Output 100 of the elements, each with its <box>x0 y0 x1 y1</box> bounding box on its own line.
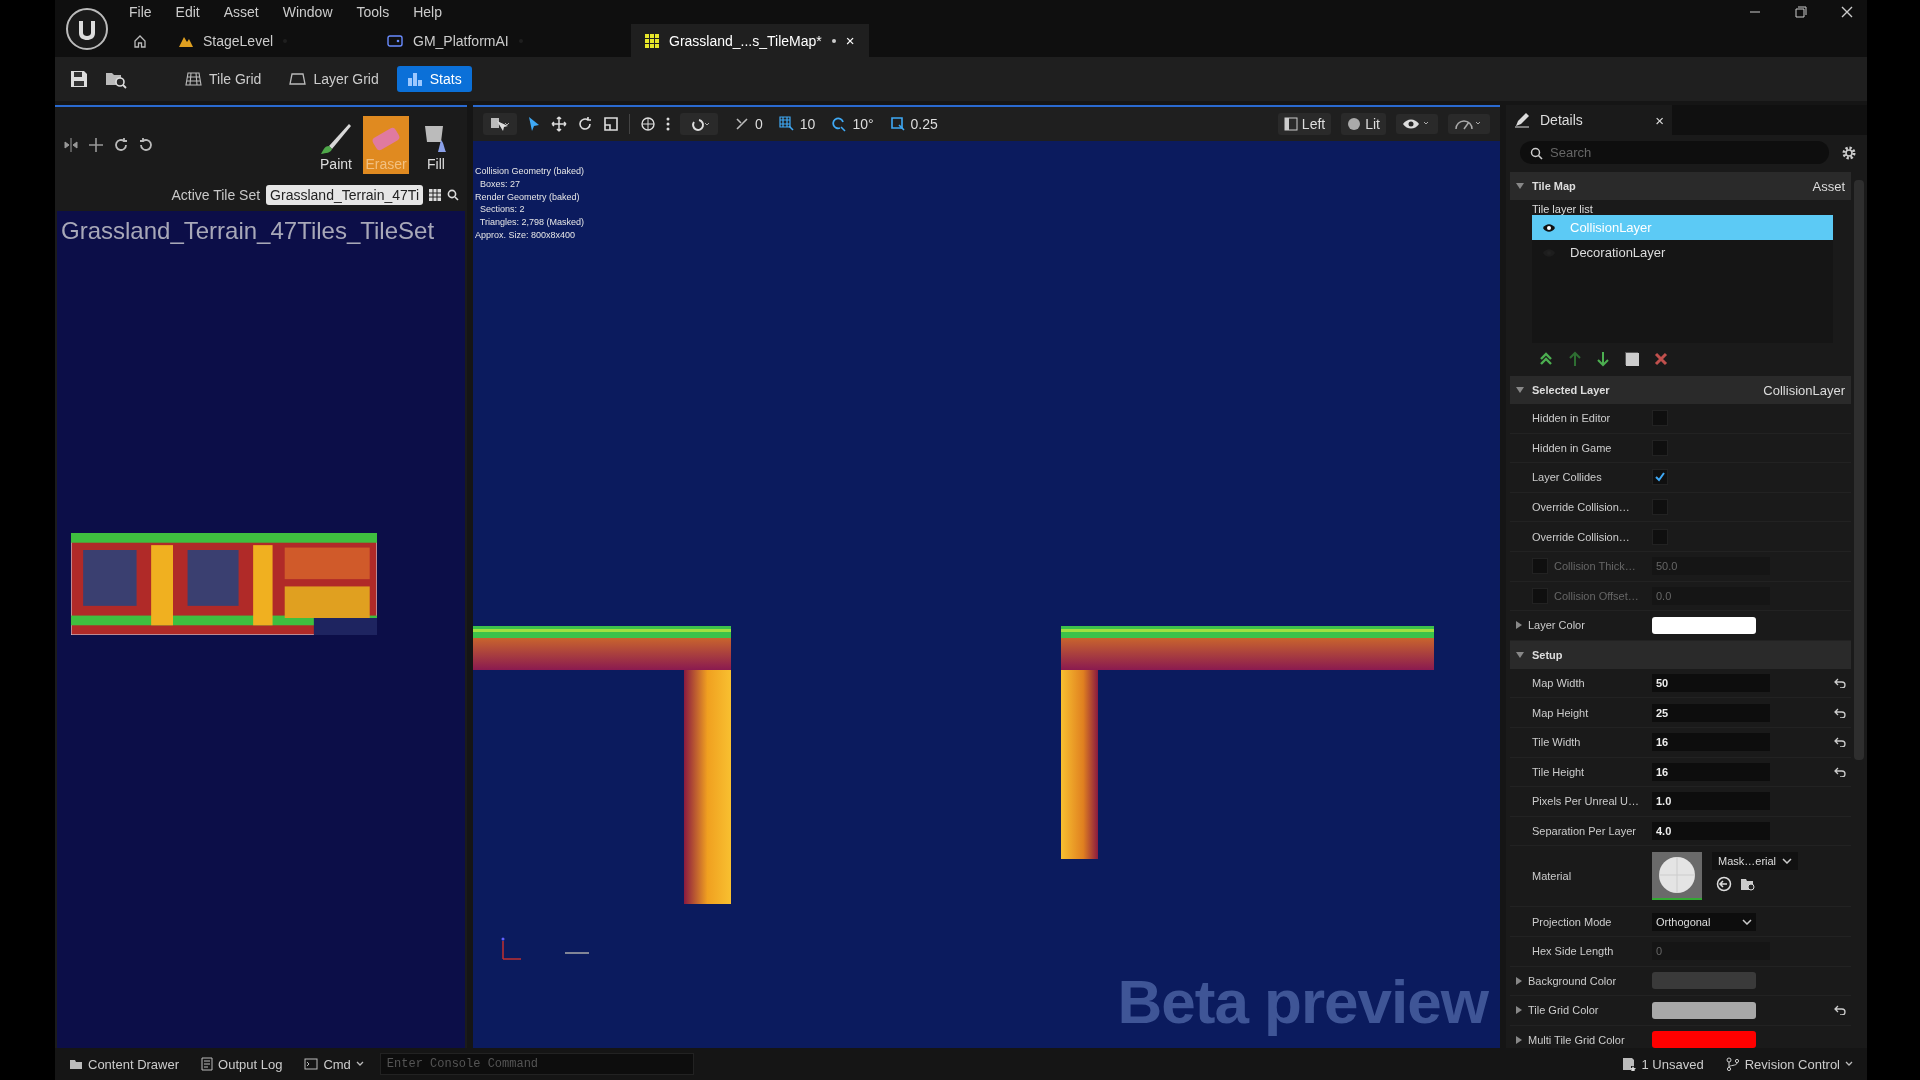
pencil-icon <box>1514 112 1530 128</box>
property-label: Hidden in Game <box>1532 441 1612 454</box>
use-selected-icon[interactable] <box>1716 876 1732 893</box>
axis-gizmo-icon <box>501 937 522 960</box>
home-icon[interactable] <box>133 33 147 48</box>
number-field[interactable]: 16 <box>1652 733 1770 752</box>
reset-arrow-icon[interactable] <box>1834 737 1846 748</box>
cmd-dropdown[interactable]: Cmd <box>298 1052 370 1076</box>
rotate-icon[interactable] <box>138 137 154 153</box>
checkbox[interactable] <box>1652 469 1668 486</box>
grid-snap-toggle[interactable]: 10 <box>778 116 816 132</box>
delete-icon[interactable] <box>1654 352 1668 366</box>
gamepad-icon <box>387 34 403 47</box>
sphere-icon <box>1347 117 1362 131</box>
document-tab[interactable]: Grassland_...s_TileMap* × <box>631 24 869 57</box>
reset-arrow-icon[interactable] <box>1834 678 1846 689</box>
eye-icon[interactable] <box>1542 222 1556 233</box>
expand-arrow-icon[interactable] <box>1516 621 1522 630</box>
number-field[interactable]: 1.0 <box>1652 792 1770 811</box>
toolbar-toggle-button[interactable]: Stats <box>396 66 472 92</box>
number-field[interactable]: 25 <box>1652 703 1770 722</box>
property-label: Material <box>1532 870 1572 883</box>
beta-preview-label: Beta preview <box>1117 966 1488 1038</box>
paint-tool-button[interactable]: Paint <box>313 116 359 174</box>
close-icon[interactable] <box>1841 6 1853 18</box>
close-tab-button[interactable]: × <box>845 32 855 49</box>
number-field[interactable]: 4.0 <box>1652 822 1770 840</box>
rotate-icon[interactable] <box>113 137 129 153</box>
scale-snap-toggle[interactable]: 0.25 <box>889 116 938 132</box>
menu-item[interactable]: Edit <box>175 4 200 20</box>
search-field[interactable]: Search <box>1520 141 1829 164</box>
scale-bar-icon <box>564 952 590 954</box>
duplicate-icon[interactable] <box>1624 351 1640 367</box>
plus-move-icon[interactable] <box>88 137 104 153</box>
revision-control-button[interactable]: Revision Control <box>1719 1052 1859 1076</box>
surface-snap-dropdown[interactable] <box>680 113 718 135</box>
close-panel-button[interactable]: × <box>1655 111 1664 129</box>
menu-item[interactable]: Window <box>282 4 333 20</box>
property-label: Collision Thick… <box>1554 560 1636 573</box>
color-swatch[interactable] <box>1652 1031 1756 1049</box>
menu-item[interactable]: File <box>129 4 152 20</box>
material-dropdown[interactable]: Mask…erial <box>1712 852 1799 871</box>
menu-item[interactable]: Asset <box>223 4 259 20</box>
reset-arrow-icon[interactable] <box>1834 766 1846 777</box>
grid-icon[interactable] <box>429 189 441 201</box>
output-log-button[interactable]: Output Log <box>195 1052 289 1076</box>
view-dropdown[interactable]: Left <box>1277 113 1332 135</box>
tile-set-field[interactable]: Grassland_Terrain_47Ti <box>266 185 423 205</box>
cursor-icon[interactable] <box>527 116 541 132</box>
flip-icon[interactable] <box>63 137 79 153</box>
content-drawer-button[interactable]: Content Drawer <box>63 1052 186 1076</box>
reset-arrow-icon[interactable] <box>1834 1005 1846 1016</box>
rotate-icon[interactable] <box>577 116 593 132</box>
color-swatch[interactable] <box>1652 1001 1756 1019</box>
select-mode-dropdown[interactable] <box>483 113 517 135</box>
kebab-menu-icon[interactable] <box>666 116 670 132</box>
toolbar-toggle-button[interactable]: Layer Grid <box>279 66 389 92</box>
expand-arrow-icon[interactable] <box>1516 976 1522 985</box>
save-icon[interactable] <box>69 69 89 89</box>
viewport-canvas[interactable]: Collision Geometry (baked) Boxes: 27 Render Geometry (baked) Sections: 2 Triangles: 2,798 (Masked) Approx. Size: 800x8x400 Beta preview <box>473 141 1500 1056</box>
color-swatch[interactable] <box>1652 972 1756 990</box>
projection-dropdown[interactable]: Orthogonal <box>1652 912 1756 931</box>
section-header[interactable]: Tile Map Asset <box>1510 172 1851 200</box>
view-mode-dropdown[interactable]: Lit <box>1341 113 1386 135</box>
show-dropdown[interactable] <box>1396 114 1438 134</box>
double-up-arrow-icon[interactable] <box>1538 351 1554 367</box>
number-field[interactable]: 50 <box>1652 674 1770 693</box>
search-icon[interactable] <box>447 189 459 201</box>
globe-icon[interactable] <box>640 116 656 132</box>
toolbar-toggle-button[interactable]: Tile Grid <box>175 66 272 92</box>
move-icon[interactable] <box>551 116 567 132</box>
performance-dropdown[interactable] <box>1448 114 1490 134</box>
menu-item[interactable]: Help <box>413 4 442 20</box>
document-tab[interactable]: StageLevel <box>165 24 373 57</box>
scale-icon[interactable] <box>603 116 619 132</box>
unsaved-button[interactable]: 1 Unsaved <box>1616 1052 1710 1076</box>
section-header[interactable]: Selected Layer CollisionLayer <box>1510 376 1851 404</box>
folder-search-icon[interactable] <box>1740 876 1756 893</box>
section-header[interactable]: Setup <box>1510 640 1851 669</box>
angle-snap-toggle[interactable]: 10° <box>831 116 874 132</box>
document-tab[interactable]: GM_PlatformAI <box>373 24 581 57</box>
menu-item[interactable]: Tools <box>356 4 390 20</box>
property-label: Layer Collides <box>1532 471 1602 484</box>
cube-cursor-icon <box>489 116 511 132</box>
property-label: Map Height <box>1532 706 1589 719</box>
property-label: Hex Side Length <box>1532 945 1614 958</box>
console-input[interactable]: Enter Console Command <box>379 1053 694 1075</box>
details-tab[interactable]: Details × <box>1506 105 1672 135</box>
settings-icon[interactable] <box>1841 144 1857 161</box>
number-field[interactable]: 16 <box>1652 762 1770 781</box>
layer-list-item[interactable]: DecorationLayer <box>1532 240 1833 265</box>
restore-icon[interactable] <box>1795 6 1807 18</box>
color-swatch[interactable] <box>1652 616 1756 634</box>
rotation-snap-toggle[interactable]: 0 <box>734 116 763 132</box>
expand-arrow-icon[interactable] <box>1516 1006 1522 1015</box>
up-arrow-icon[interactable] <box>1568 351 1582 367</box>
down-arrow-icon[interactable] <box>1596 351 1610 367</box>
material-thumbnail[interactable] <box>1652 852 1702 901</box>
reset-arrow-icon[interactable] <box>1834 707 1846 718</box>
paint-tool-button[interactable]: Fill <box>413 116 459 174</box>
